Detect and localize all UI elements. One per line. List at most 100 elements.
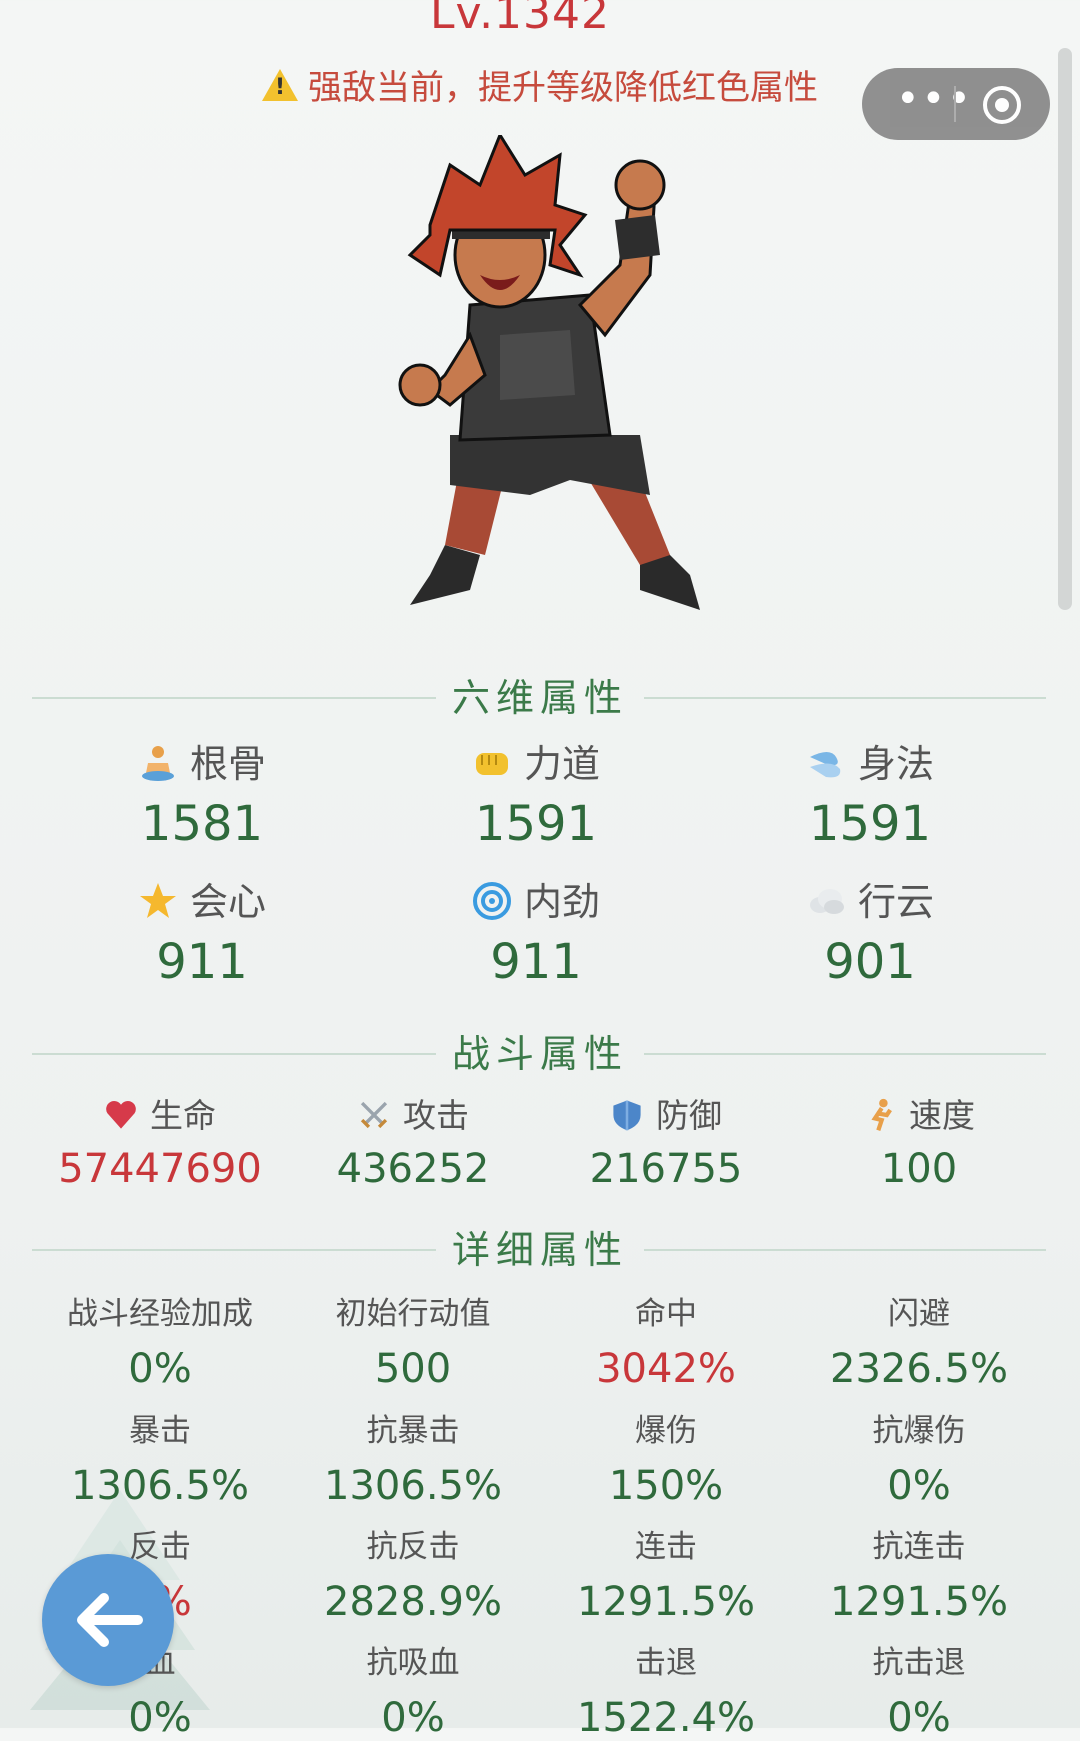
section-title: 详细属性	[451, 1228, 628, 1272]
attr-value: 0%	[128, 1346, 192, 1392]
attr-label: 暴击	[129, 1413, 191, 1449]
detail-attr-item: 连击 1291.5%	[541, 1527, 791, 1625]
attr-label-row: 防御	[541, 1094, 791, 1138]
attr-value: 0%	[128, 1695, 192, 1741]
attr-label: 根骨	[189, 742, 266, 786]
attr-value: 0%	[381, 1695, 445, 1741]
attr-value: 1591	[474, 796, 598, 852]
attr-label: 连击	[635, 1529, 697, 1565]
close-target-icon[interactable]	[983, 86, 1021, 124]
attr-label: 反击	[129, 1529, 191, 1565]
more-icon[interactable]: •••	[896, 79, 971, 119]
shield-icon	[610, 1098, 644, 1132]
attr-label: 抗击退	[872, 1645, 966, 1681]
detail-attr-item: 命中 3042%	[541, 1294, 791, 1392]
attr-label: 战斗经验加成	[67, 1296, 253, 1332]
attr-value: 500	[374, 1346, 452, 1392]
section-battle-attributes: 战斗属性	[0, 1029, 1080, 1079]
attr-value: 57447690	[58, 1146, 262, 1192]
detail-attr-item: 抗击退 0%	[794, 1643, 1044, 1741]
star-icon	[138, 881, 178, 921]
attr-value: 0%	[887, 1695, 951, 1741]
six-attr-item: 内劲 911	[406, 876, 666, 990]
six-attr-item: 会心 911	[72, 876, 332, 990]
attr-label: 闪避	[888, 1296, 950, 1332]
attr-label: 力道	[523, 742, 600, 786]
attr-label: 行云	[857, 880, 934, 924]
detail-attr-item: 抗吸血 0%	[288, 1643, 538, 1741]
attr-value: 216755	[589, 1146, 743, 1192]
back-button[interactable]	[42, 1554, 174, 1686]
six-attr-item: 力道 1591	[406, 738, 666, 852]
attr-value: 1581	[140, 796, 264, 852]
battle-attr-item: 速度 100	[794, 1094, 1044, 1192]
attr-label: 爆伤	[635, 1413, 697, 1449]
attr-value: 1306.5%	[71, 1463, 249, 1509]
six-attr-item: 行云 901	[740, 876, 1000, 990]
divider-line	[32, 697, 436, 699]
attr-value: 436252	[336, 1146, 490, 1192]
attr-value: 1591	[808, 796, 932, 852]
detail-attr-item: 初始行动值 500	[288, 1294, 538, 1392]
detail-attr-item: 击退 1522.4%	[541, 1643, 791, 1741]
attr-label: 击退	[635, 1645, 697, 1681]
heart-icon	[104, 1098, 138, 1132]
six-attr-item: 身法 1591	[740, 738, 1000, 852]
divider-line	[32, 1249, 436, 1251]
divider-line	[644, 1053, 1046, 1055]
six-attr-item: 根骨 1581	[72, 738, 332, 852]
detail-attr-item: 爆伤 150%	[541, 1411, 791, 1509]
attr-label-row: 根骨	[72, 738, 332, 790]
character-illustration	[398, 135, 700, 610]
attr-label: 抗吸血	[366, 1645, 460, 1681]
attr-value: 150%	[608, 1463, 724, 1509]
wind-icon	[806, 743, 846, 783]
attr-value: 1306.5%	[324, 1463, 502, 1509]
detail-attr-item: 暴击 1306.5%	[35, 1411, 285, 1509]
detail-attr-item: 战斗经验加成 0%	[35, 1294, 285, 1392]
battle-attr-item: 生命 57447690	[35, 1094, 285, 1192]
scrollbar[interactable]	[1058, 48, 1072, 610]
attr-label: 抗爆伤	[872, 1413, 966, 1449]
attr-value: 100	[880, 1146, 958, 1192]
attr-label-row: 身法	[740, 738, 1000, 790]
attr-value: 2326.5%	[830, 1346, 1008, 1392]
detail-attr-item: 抗暴击 1306.5%	[288, 1411, 538, 1509]
attr-label-row: 会心	[72, 876, 332, 928]
attr-value: 0%	[887, 1463, 951, 1509]
attr-value: 3042%	[596, 1346, 736, 1392]
battle-attr-item: 防御 216755	[541, 1094, 791, 1192]
attr-label-row: 速度	[794, 1094, 1044, 1138]
attr-label: 命中	[635, 1296, 697, 1332]
attr-label-row: 攻击	[288, 1094, 538, 1138]
warning-icon	[262, 69, 298, 101]
divider-line	[644, 697, 1046, 699]
crossed-swords-icon	[357, 1098, 391, 1132]
section-detail-attributes: 详细属性	[0, 1225, 1080, 1275]
attr-value: 911	[156, 934, 248, 990]
attr-value: 1291.5%	[577, 1579, 755, 1625]
runner-icon	[863, 1098, 897, 1132]
attr-value: 911	[490, 934, 582, 990]
section-title: 六维属性	[451, 676, 628, 720]
attr-label-row: 行云	[740, 876, 1000, 928]
attr-label-row: 生命	[35, 1094, 285, 1138]
attr-label: 抗反击	[366, 1529, 460, 1565]
attr-value: 1522.4%	[577, 1695, 755, 1741]
miniprogram-capsule: •••	[862, 68, 1050, 140]
divider-line	[644, 1249, 1046, 1251]
attr-value: 2828.9%	[324, 1579, 502, 1625]
section-title: 战斗属性	[451, 1032, 628, 1076]
arrow-left-icon	[77, 1593, 143, 1647]
detail-attr-item: 抗爆伤 0%	[794, 1411, 1044, 1509]
level-label: Lv.1342	[429, 0, 611, 39]
divider-line	[32, 1053, 436, 1055]
attr-label: 抗连击	[872, 1529, 966, 1565]
attr-label: 会心	[189, 880, 266, 924]
detail-attr-item: 闪避 2326.5%	[794, 1294, 1044, 1392]
section-six-attributes: 六维属性	[0, 673, 1080, 723]
attr-label: 抗暴击	[366, 1413, 460, 1449]
meditation-icon	[138, 743, 178, 783]
attr-label: 初始行动值	[335, 1296, 491, 1332]
attr-label: 生命	[150, 1096, 216, 1135]
